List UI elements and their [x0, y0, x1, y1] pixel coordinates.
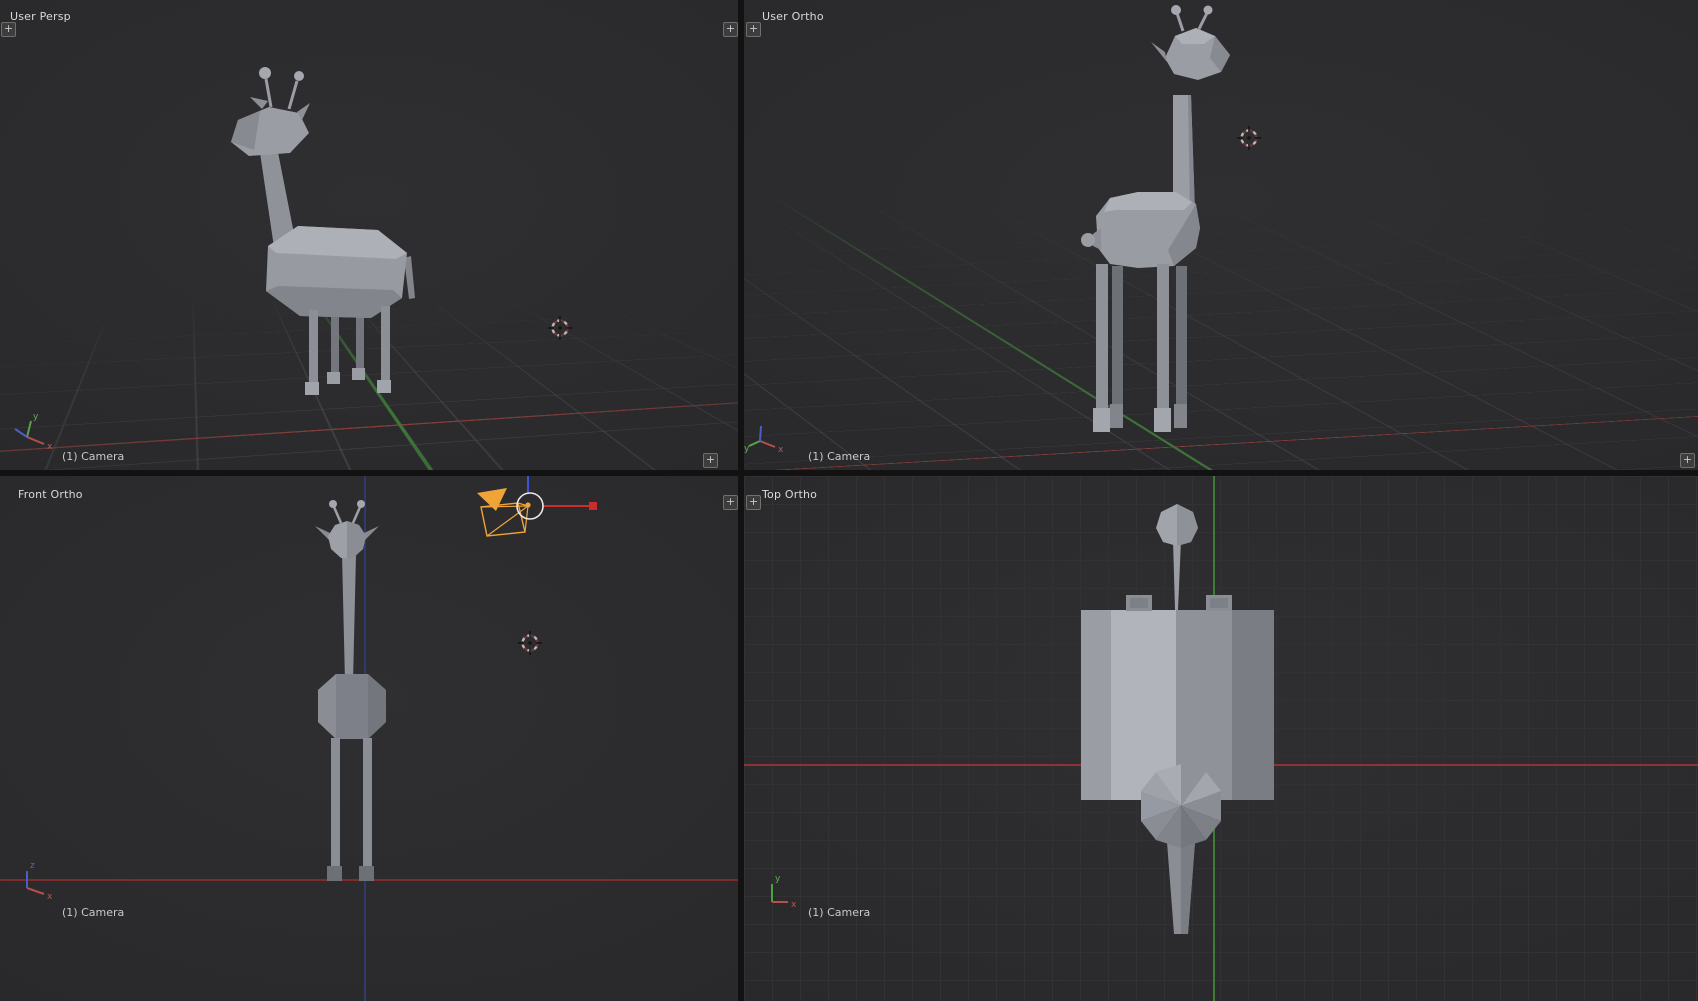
giraffe-model[interactable] [1081, 5, 1230, 432]
viewport-scene: x z [0, 476, 738, 1001]
giraffe-body [1081, 610, 1111, 800]
camera-object-selected[interactable] [477, 488, 528, 536]
expand-region-icon[interactable]: + [1680, 453, 1695, 468]
object-origin-dot [525, 502, 530, 507]
axis-gizmo-icon: y x [744, 426, 784, 455]
expand-region-icon[interactable]: + [1, 22, 16, 37]
expand-region-icon[interactable]: + [723, 495, 738, 510]
viewport-label: Front Ortho [18, 488, 83, 501]
viewport-scene: y x [744, 476, 1698, 1001]
3d-cursor-icon[interactable] [518, 631, 542, 655]
svg-text:x: x [47, 442, 53, 452]
svg-text:x: x [47, 892, 53, 902]
camera-label: (1) Camera [62, 450, 124, 463]
svg-text:y: y [744, 444, 750, 454]
giraffe-model[interactable] [1081, 504, 1274, 934]
expand-region-icon[interactable]: + [746, 495, 761, 510]
camera-label: (1) Camera [808, 906, 870, 919]
viewport-user-ortho[interactable]: y x User Ortho (1) Camera + + [744, 0, 1698, 470]
viewport-top-ortho[interactable]: y x Top Ortho (1) Camera + [744, 476, 1698, 1001]
viewport-user-persp[interactable]: x y User Persp (1) Camera + + + [0, 0, 738, 470]
expand-region-icon[interactable]: + [746, 22, 761, 37]
translate-manipulator[interactable] [517, 476, 597, 519]
axis-gizmo-icon: y x [772, 874, 797, 910]
viewport-label: Top Ortho [762, 488, 817, 501]
axis-gizmo-icon: x y [15, 412, 53, 452]
giraffe-model[interactable] [231, 67, 415, 395]
viewport-label: User Ortho [762, 10, 824, 23]
3d-cursor-icon[interactable] [548, 316, 572, 340]
expand-region-icon[interactable]: + [703, 453, 718, 468]
camera-label: (1) Camera [808, 450, 870, 463]
svg-text:x: x [778, 445, 784, 455]
viewport-scene: y x [744, 0, 1698, 470]
3d-cursor-icon[interactable] [1237, 126, 1261, 150]
camera-label: (1) Camera [62, 906, 124, 919]
svg-text:y: y [33, 412, 39, 422]
viewport-label: User Persp [10, 10, 71, 23]
svg-text:z: z [30, 861, 35, 871]
expand-region-icon[interactable]: + [723, 22, 738, 37]
giraffe-tail [1081, 233, 1095, 247]
svg-text:y: y [775, 874, 781, 884]
giraffe-head [1141, 764, 1221, 848]
giraffe-neck [342, 554, 356, 682]
viewport-scene: x y [0, 0, 738, 470]
giraffe-model[interactable] [315, 500, 386, 881]
svg-text:x: x [791, 900, 797, 910]
axis-gizmo-icon: x z [27, 861, 53, 902]
blender-quad-view: x y User Persp (1) Camera + + + [0, 0, 1698, 1001]
giraffe-tail [1173, 540, 1181, 610]
viewport-front-ortho[interactable]: x z Front Ortho (1) Camera + [0, 476, 738, 1001]
